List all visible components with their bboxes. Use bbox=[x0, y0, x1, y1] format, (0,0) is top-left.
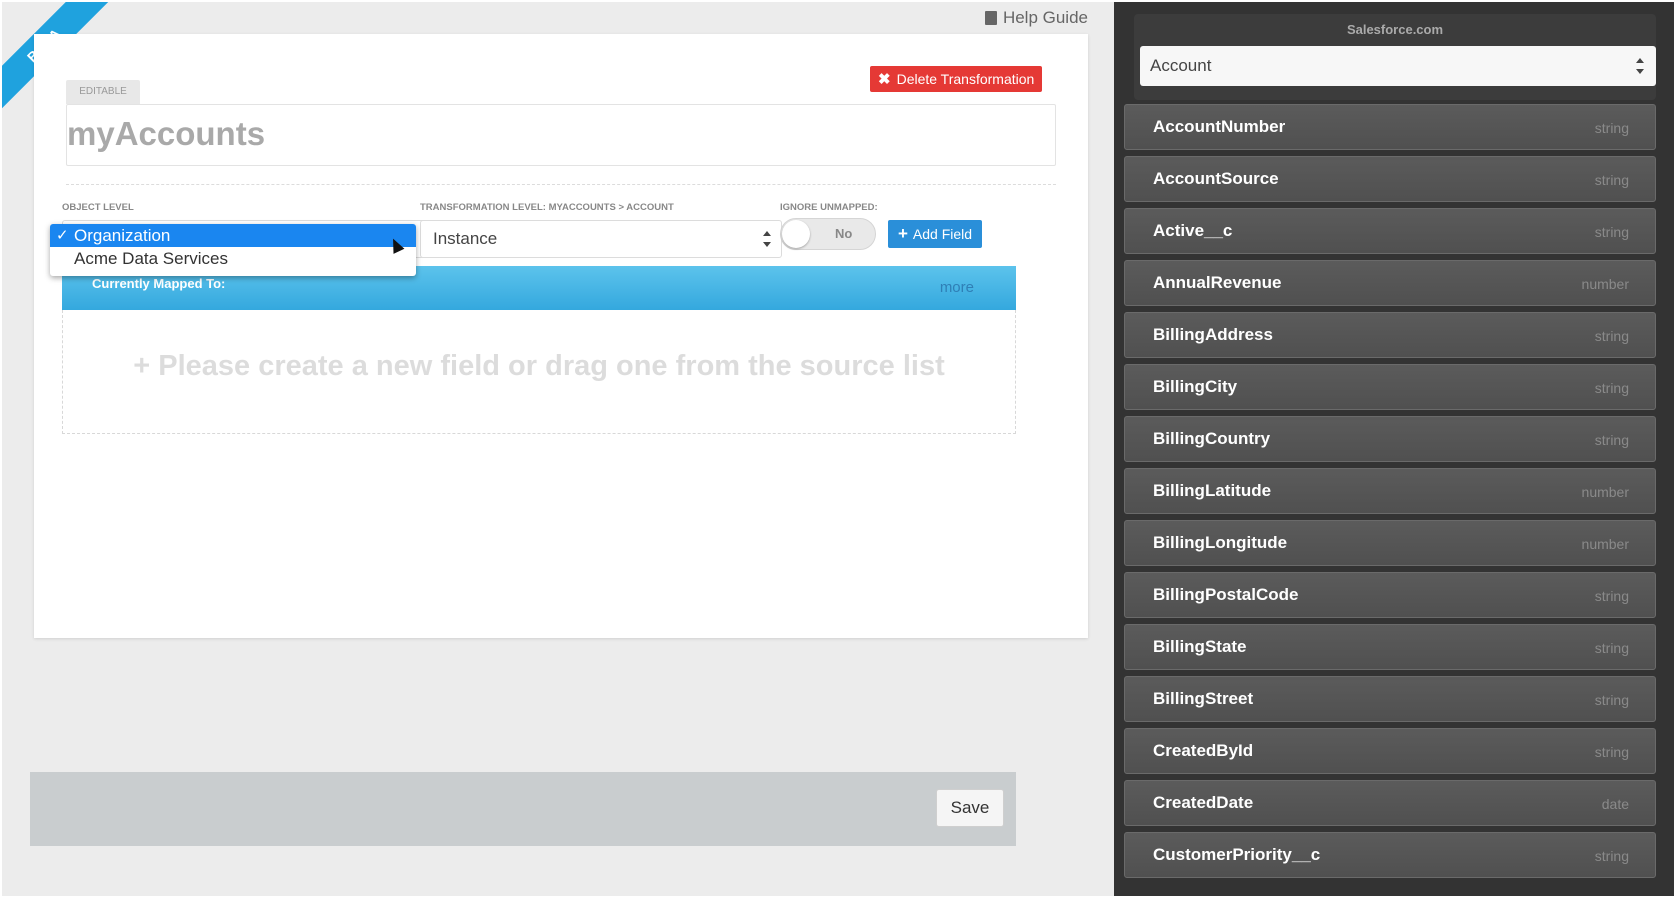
field-type: string bbox=[1594, 380, 1629, 396]
footer-bar: Save bbox=[30, 772, 1016, 846]
object-level-label: OBJECT LEVEL bbox=[62, 202, 134, 213]
ignore-unmapped-label: IGNORE UNMAPPED: bbox=[780, 202, 878, 213]
field-name: AccountNumber bbox=[1153, 117, 1286, 136]
field-name: CustomerPriority__c bbox=[1153, 845, 1321, 864]
source-name: Salesforce.com bbox=[1346, 22, 1444, 37]
field-name: AnnualRevenue bbox=[1153, 273, 1282, 292]
source-field-row[interactable]: AnnualRevenue number bbox=[1124, 260, 1656, 306]
transformation-level-label: TRANSFORMATION LEVEL: MYACCOUNTS > ACCOU… bbox=[420, 202, 674, 213]
ignore-unmapped-toggle[interactable]: No bbox=[780, 218, 876, 250]
source-field-row[interactable]: CustomerPriority__c string bbox=[1124, 832, 1656, 878]
source-panel: Salesforce.com Account AccountNumber stri… bbox=[1114, 2, 1674, 896]
source-field-row[interactable]: BillingPostalCode string bbox=[1124, 572, 1656, 618]
field-type: string bbox=[1594, 640, 1629, 656]
source-field-row[interactable]: CreatedById string bbox=[1124, 728, 1656, 774]
help-guide-link[interactable]: Help Guide bbox=[984, 8, 1088, 28]
field-name: BillingCity bbox=[1153, 377, 1238, 396]
source-field-row[interactable]: AccountSource string bbox=[1124, 156, 1656, 202]
source-field-row[interactable]: BillingState string bbox=[1124, 624, 1656, 670]
object-option-label: Acme Data Services bbox=[74, 249, 228, 268]
field-type: string bbox=[1594, 588, 1629, 604]
field-drop-zone[interactable]: + Please create a new field or drag one … bbox=[62, 310, 1016, 434]
field-name: BillingCountry bbox=[1153, 429, 1271, 448]
source-field-row[interactable]: CreatedDate date bbox=[1124, 780, 1656, 826]
plus-icon: + bbox=[133, 350, 159, 382]
transformation-level-value: Instance bbox=[433, 229, 498, 248]
field-name: AccountSource bbox=[1153, 169, 1279, 188]
divider bbox=[66, 184, 1056, 185]
field-type: number bbox=[1581, 484, 1629, 500]
source-field-row[interactable]: Active__c string bbox=[1124, 208, 1656, 254]
source-field-row[interactable]: BillingStreet string bbox=[1124, 676, 1656, 722]
source-header: Salesforce.com Account bbox=[1134, 14, 1656, 100]
field-name: BillingPostalCode bbox=[1153, 585, 1299, 604]
book-icon bbox=[984, 11, 997, 25]
editable-tag: EDITABLE bbox=[66, 80, 140, 104]
delete-transformation-button[interactable]: ✖ Delete Transformation bbox=[870, 66, 1043, 92]
source-field-row[interactable]: BillingLatitude number bbox=[1124, 468, 1656, 514]
field-type: string bbox=[1594, 692, 1629, 708]
empty-hint-text: Please create a new field or drag one fr… bbox=[158, 350, 945, 382]
add-field-button[interactable]: + Add Field bbox=[888, 220, 982, 248]
plus-icon: + bbox=[897, 224, 908, 243]
field-type: string bbox=[1594, 172, 1629, 188]
source-field-row[interactable]: AccountNumber string bbox=[1124, 104, 1656, 150]
field-name: BillingLongitude bbox=[1153, 533, 1288, 552]
currently-mapped-label: Currently Mapped To: bbox=[92, 276, 226, 291]
field-type: string bbox=[1594, 328, 1629, 344]
source-object-select[interactable]: Account bbox=[1140, 46, 1656, 86]
field-name: CreatedById bbox=[1153, 741, 1254, 760]
field-type: string bbox=[1594, 120, 1629, 136]
field-type: string bbox=[1594, 744, 1629, 760]
close-icon: ✖ bbox=[878, 71, 891, 88]
field-name: BillingAddress bbox=[1153, 325, 1273, 344]
delete-transformation-label: Delete Transformation bbox=[896, 71, 1035, 87]
field-type: number bbox=[1581, 536, 1629, 552]
toggle-knob bbox=[782, 220, 810, 248]
title-field[interactable]: myAccounts bbox=[66, 104, 1056, 166]
help-guide-label: Help Guide bbox=[1002, 8, 1088, 27]
field-type: string bbox=[1594, 432, 1629, 448]
field-type: string bbox=[1594, 848, 1629, 864]
transformation-card: ✖ Delete Transformation EDITABLE myAccou… bbox=[34, 34, 1088, 638]
field-type: number bbox=[1581, 276, 1629, 292]
save-button[interactable]: Save bbox=[936, 789, 1004, 827]
transformation-title: myAccounts bbox=[67, 115, 266, 152]
source-object-value: Account bbox=[1150, 56, 1212, 75]
select-arrows-icon bbox=[763, 231, 771, 247]
source-field-list: AccountNumber string AccountSource string … bbox=[1124, 104, 1656, 884]
field-name: CreatedDate bbox=[1153, 793, 1254, 812]
object-level-dropdown[interactable]: ✓ Organization Acme Data Services bbox=[50, 224, 416, 276]
more-link[interactable]: more bbox=[940, 279, 974, 296]
select-arrows-icon bbox=[1636, 58, 1644, 74]
source-field-row[interactable]: BillingCountry string bbox=[1124, 416, 1656, 462]
field-type: date bbox=[1601, 796, 1629, 812]
transformation-level-select[interactable]: Instance bbox=[420, 220, 782, 258]
empty-hint: + Please create a new field or drag one … bbox=[63, 350, 1015, 383]
transformation-editor: BETA Help Guide ✖ Delete Transformation … bbox=[2, 2, 1116, 896]
field-name: BillingLatitude bbox=[1153, 481, 1272, 500]
check-icon: ✓ bbox=[56, 227, 69, 244]
add-field-label: Add Field bbox=[912, 226, 973, 242]
field-type: string bbox=[1594, 224, 1629, 240]
field-name: Active__c bbox=[1153, 221, 1233, 240]
object-option-acme[interactable]: Acme Data Services bbox=[50, 247, 416, 270]
toggle-state-label: No bbox=[835, 226, 853, 241]
field-name: BillingState bbox=[1153, 637, 1247, 656]
source-field-row[interactable]: BillingAddress string bbox=[1124, 312, 1656, 358]
object-option-label: Organization bbox=[74, 226, 171, 245]
object-option-organization[interactable]: ✓ Organization bbox=[50, 224, 416, 247]
field-name: BillingStreet bbox=[1153, 689, 1254, 708]
source-field-row[interactable]: BillingLongitude number bbox=[1124, 520, 1656, 566]
source-field-row[interactable]: BillingCity string bbox=[1124, 364, 1656, 410]
